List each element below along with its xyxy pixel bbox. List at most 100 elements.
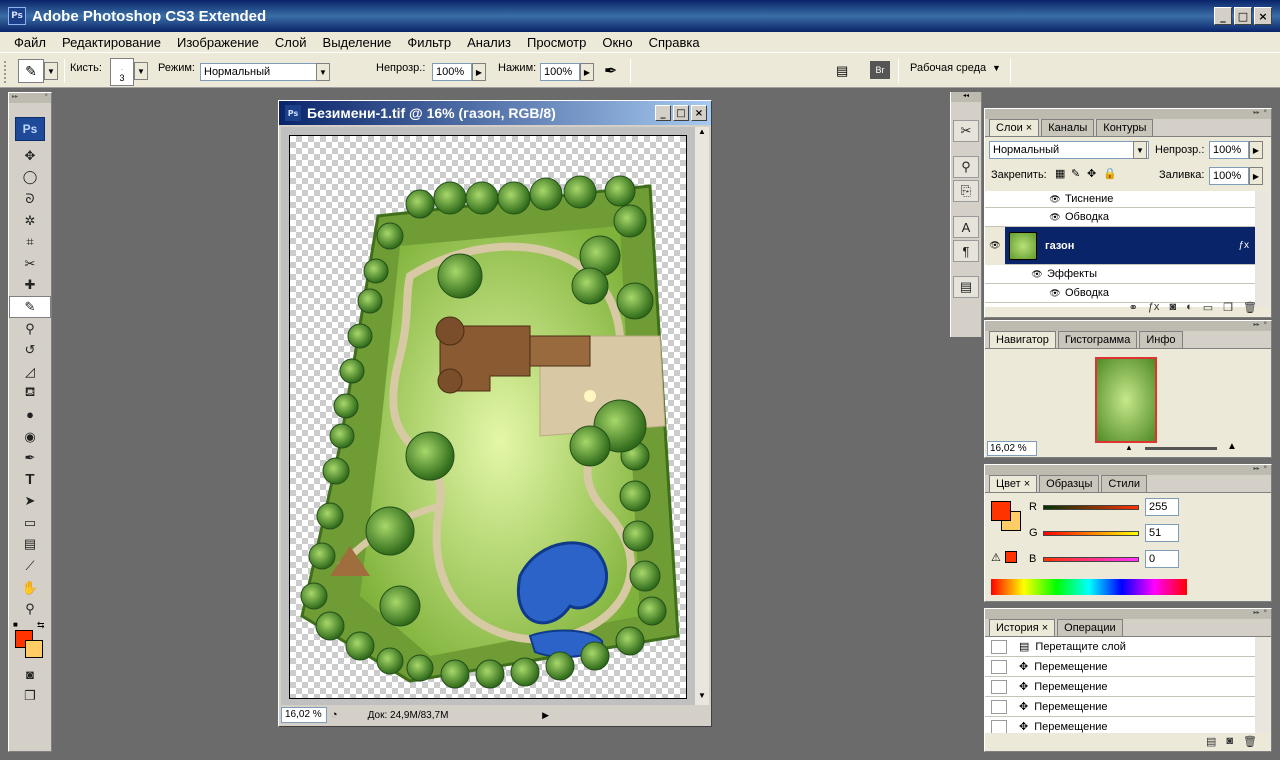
adjustment-layer-icon[interactable]: ◐ [1186,301,1193,317]
color-spectrum-bar[interactable] [991,579,1187,595]
vertical-scrollbar[interactable]: ▲ ▼ [695,127,709,705]
tool-presets-icon[interactable]: ✂ [953,120,979,142]
tab-navigator[interactable]: Навигатор [989,331,1056,348]
navigator-close-icon[interactable]: × [1263,321,1267,331]
layer-row-selected[interactable]: 👁 газон ƒx [985,226,1257,265]
layers-panel-collapse-icon[interactable]: ▸▸ [1253,109,1259,119]
b-slider[interactable] [1043,557,1139,562]
path-selection-tool-icon[interactable]: ➤ [9,491,51,513]
history-item[interactable]: ▤ Перетащите слой [985,637,1255,657]
document-window[interactable]: Ps Безимени-1.tif @ 16% (газон, RGB/8) _… [278,100,712,727]
brush-picker[interactable]: · 3 [110,58,134,86]
crop-tool-icon[interactable]: ⌗ [9,231,51,253]
swap-colors-icon[interactable]: ⇆ [37,620,45,631]
screen-mode-icon[interactable]: ❐ [9,686,51,708]
layer-comps-icon[interactable]: ⎘ [953,180,979,202]
notes-tool-icon[interactable]: ▤ [9,534,51,556]
status-options-icon[interactable]: ◔ [331,709,338,721]
history-brush-source-checkbox[interactable] [991,639,1007,654]
effect-visibility-icon[interactable]: 👁 [1045,212,1065,223]
tab-info[interactable]: Инфо [1139,331,1183,348]
mode-dropdown-icon[interactable]: ▼ [316,63,330,81]
flow-input[interactable]: 100% [540,63,580,81]
add-mask-icon[interactable]: ◙ [1169,301,1176,317]
history-item[interactable]: ✥ Перемещение [985,657,1255,677]
default-colors-icon[interactable]: ■ [13,620,18,629]
tab-histogram[interactable]: Гистограмма [1057,331,1138,348]
lock-position-icon[interactable]: ✥ [1087,167,1096,180]
character-icon[interactable]: A [953,216,979,238]
workspace-menu[interactable]: Рабочая среда [910,62,986,74]
document-zoom-field[interactable]: 16,02 % [281,707,327,723]
options-grip[interactable] [4,61,10,83]
maximize-button[interactable]: □ [1234,7,1252,25]
tab-swatches[interactable]: Образцы [1039,475,1100,492]
r-value-input[interactable]: 255 [1145,498,1179,516]
history-brush-source-checkbox[interactable] [991,679,1007,694]
menu-select[interactable]: Выделение [315,35,400,50]
type-tool-icon[interactable]: T [9,469,51,491]
tab-actions[interactable]: Операции [1057,619,1123,636]
navigator-zoom-slider[interactable] [1145,447,1217,450]
r-slider[interactable] [1043,505,1139,510]
menu-image[interactable]: Изображение [169,35,267,50]
zoom-in-icon[interactable]: ▲ [1227,441,1237,452]
clone-stamp-tool-icon[interactable]: ⚲ [9,318,51,340]
add-style-icon[interactable]: ƒx [1148,301,1160,317]
move-tool-icon[interactable]: ✥ [9,145,51,167]
minimize-button[interactable]: _ [1214,7,1232,25]
zoom-out-icon[interactable]: ▲ [1125,443,1133,452]
history-brush-source-checkbox[interactable] [991,699,1007,714]
hand-tool-icon[interactable]: ✋ [9,577,51,599]
tab-layers[interactable]: Слои × [989,119,1040,136]
status-flyout-icon[interactable]: ▶ [542,710,549,721]
paint-bucket-tool-icon[interactable]: ⛾ [9,383,51,405]
history-brush-tool-icon[interactable]: ↺ [9,339,51,361]
tab-styles[interactable]: Стили [1101,475,1148,492]
color-panel-foreground[interactable] [991,501,1011,521]
scroll-down-icon[interactable]: ▼ [695,691,709,705]
blur-tool-icon[interactable]: ● [9,404,51,426]
flow-flyout-icon[interactable]: ▶ [580,63,594,81]
delete-state-icon[interactable]: 🗑 [1243,735,1257,751]
healing-brush-tool-icon[interactable]: ✚ [9,275,51,297]
history-brush-source-checkbox[interactable] [991,659,1007,674]
menu-analysis[interactable]: Анализ [459,35,519,50]
layer-opacity-flyout-icon[interactable]: ▶ [1249,141,1263,159]
close-button[interactable]: × [1254,7,1272,25]
layer-effect-row[interactable]: 👁 Обводка [985,208,1257,227]
history-item[interactable]: ✥ Перемещение [985,717,1255,733]
marquee-tool-icon[interactable]: ◯ [9,167,51,189]
rectangle-tool-icon[interactable]: ▭ [9,512,51,534]
effect-visibility-icon[interactable]: 👁 [1045,288,1065,299]
history-item[interactable]: ✥ Перемещение [985,697,1255,717]
color-close-icon[interactable]: × [1263,465,1267,475]
menu-help[interactable]: Справка [641,35,708,50]
new-group-icon[interactable]: ▭ [1203,301,1213,317]
document-title-bar[interactable]: Ps Безимени-1.tif @ 16% (газон, RGB/8) _… [279,101,711,125]
lock-pixels-icon[interactable]: ✎ [1071,167,1080,180]
bridge-icon[interactable]: Br [870,61,890,79]
history-brush-source-checkbox[interactable] [991,719,1007,733]
color-collapse-icon[interactable]: ▸▸ [1253,465,1259,475]
slice-tool-icon[interactable]: ✂ [9,253,51,275]
menu-filter[interactable]: Фильтр [399,35,459,50]
navigator-zoom-field[interactable]: 16,02 % [987,441,1037,456]
fill-input[interactable]: 100% [1209,167,1249,185]
brush-picker-dropdown-icon[interactable]: ▼ [134,62,148,80]
blend-mode-dropdown-icon[interactable]: ▼ [1133,141,1147,159]
menu-view[interactable]: Просмотр [519,35,594,50]
history-close-icon[interactable]: × [1263,609,1267,619]
tab-color[interactable]: Цвет × [989,475,1038,492]
color-swatches[interactable]: ■ ⇆ [9,620,51,664]
layers-panel-close-icon[interactable]: × [1263,109,1267,119]
lock-transparency-icon[interactable]: ▦ [1055,167,1065,180]
layer-blend-mode-select[interactable]: Нормальный [989,141,1149,159]
delete-layer-icon[interactable]: 🗑 [1243,301,1257,317]
history-scrollbar[interactable] [1255,637,1269,733]
history-list[interactable]: ▤ Перетащите слой ✥ Перемещение ✥ Перемещен… [985,637,1255,733]
brush-tool-preset-icon[interactable]: ✎ [18,59,44,83]
new-layer-icon[interactable]: ❐ [1223,301,1233,317]
b-value-input[interactable]: 0 [1145,550,1179,568]
document-maximize-button[interactable]: □ [673,105,689,121]
